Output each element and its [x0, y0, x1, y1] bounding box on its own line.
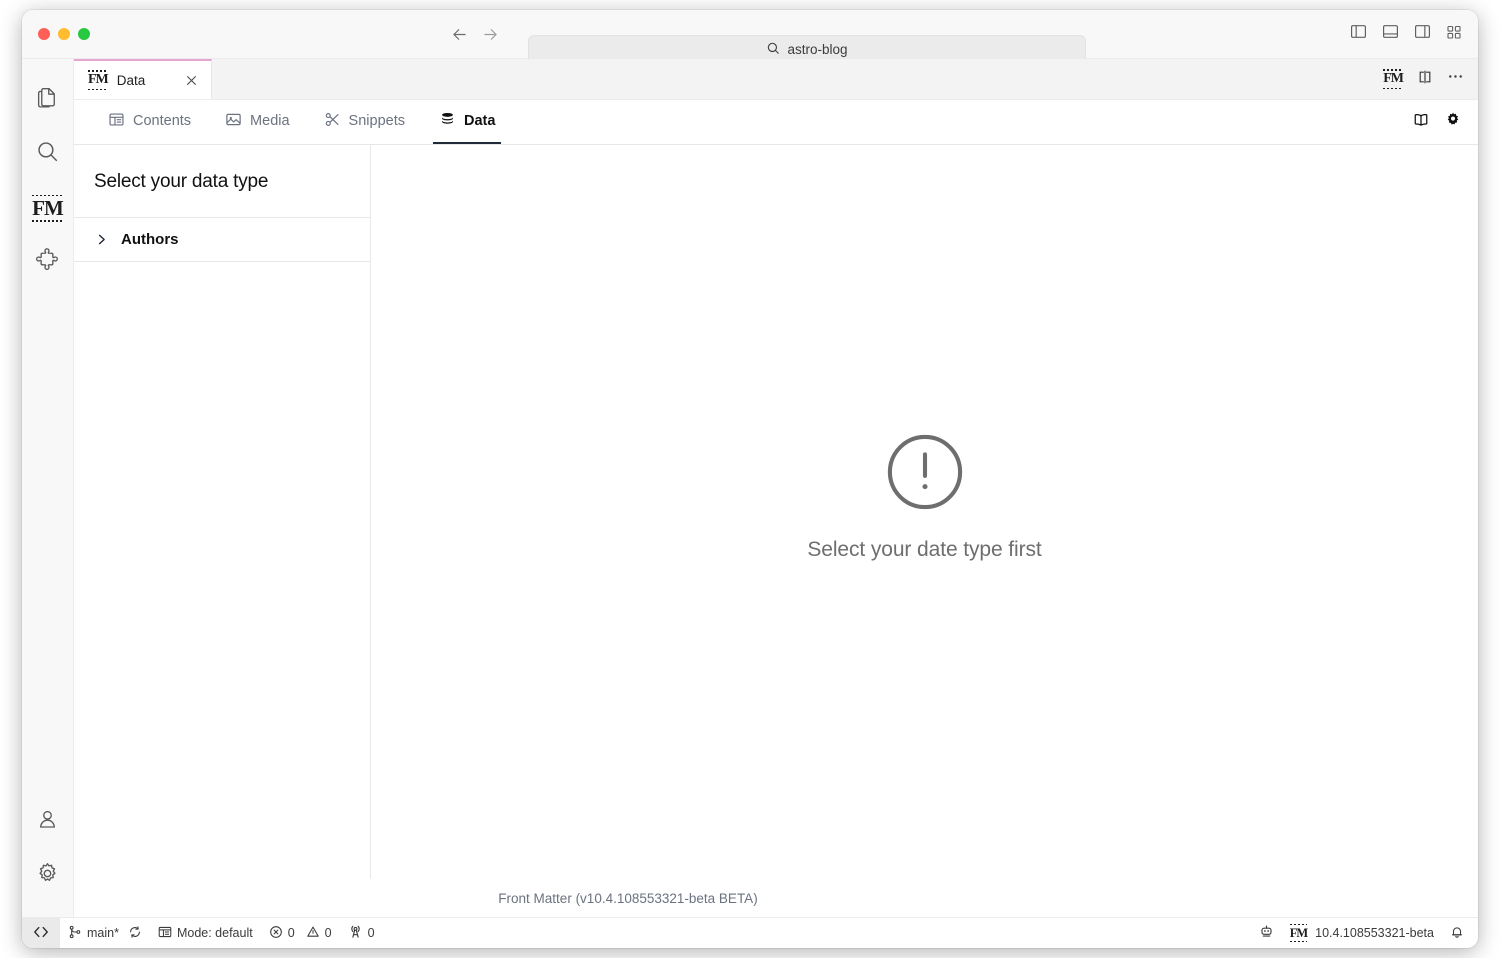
copilot-robot-icon — [1259, 924, 1274, 942]
radio-tower-icon — [348, 924, 363, 942]
image-icon — [225, 111, 242, 132]
sidebar-item-explorer[interactable] — [22, 73, 74, 127]
extensions-puzzle-icon — [35, 247, 60, 277]
data-type-item-label: Authors — [121, 231, 179, 248]
ports-count: 0 — [367, 926, 375, 940]
status-bar-right: FM 10.4.108553321-beta — [1251, 918, 1478, 948]
minimize-window-button[interactable] — [58, 28, 70, 40]
split-editor-icon[interactable] — [1417, 69, 1433, 90]
tab-contents[interactable]: Contents — [102, 100, 197, 144]
app-window: astro-blog FM FM Data FM Contents Media … — [22, 10, 1478, 948]
search-value: astro-blog — [787, 42, 848, 57]
mode-window-icon — [158, 925, 172, 942]
book-icon[interactable] — [1412, 111, 1430, 134]
search-icon — [35, 139, 60, 169]
ellipsis-icon[interactable] — [1447, 68, 1464, 90]
front-matter-webview: Contents Media Snippets Data Select your… — [74, 100, 1478, 917]
tab-media[interactable]: Media — [219, 100, 296, 144]
status-ports[interactable]: 0 — [340, 918, 383, 948]
title-bar: astro-blog — [22, 10, 1478, 64]
status-bar: main* Mode: default 0 0 0 FM 10.4.108553… — [22, 917, 1478, 948]
status-mode[interactable]: Mode: default — [150, 918, 261, 948]
warning-count: 0 — [324, 926, 332, 940]
tab-strip: FM Data FM — [74, 59, 1478, 100]
empty-state-message: Select your date type first — [807, 537, 1042, 561]
data-type-heading: Select your data type — [74, 145, 370, 218]
arrow-right-icon[interactable] — [481, 25, 500, 44]
mode-label: Mode: default — [176, 926, 253, 940]
sidebar-item-extensions[interactable] — [22, 235, 74, 289]
front-matter-nav-actions — [1412, 100, 1462, 144]
status-problems[interactable]: 0 0 — [261, 918, 340, 948]
tab-label: Contents — [133, 113, 192, 129]
sidebar-item-settings[interactable] — [22, 849, 74, 917]
sidebar-item-accounts[interactable] — [22, 795, 74, 849]
layout-controls — [1350, 10, 1462, 58]
bell-icon — [1450, 925, 1464, 942]
tab-label: Data — [463, 113, 496, 129]
editor-area: FM Data FM Contents Media Snippets Data … — [74, 59, 1478, 917]
sidebar-item-front-matter[interactable]: FM — [22, 181, 74, 235]
fm-version-label: 10.4.108553321-beta — [1315, 926, 1434, 940]
layout-panel-bottom-icon[interactable] — [1382, 23, 1399, 45]
front-matter-main: Select your data type Authors Select you… — [74, 145, 1478, 879]
tab-label: Snippets — [348, 113, 405, 129]
arrow-left-icon[interactable] — [450, 25, 469, 44]
tab-label: Data — [116, 72, 146, 88]
front-matter-footer: Front Matter (v10.4.108553321-beta BETA) — [74, 879, 1478, 917]
navigation-arrows — [450, 10, 500, 58]
database-icon — [439, 111, 456, 132]
close-window-button[interactable] — [38, 28, 50, 40]
sidebar-item-search[interactable] — [22, 127, 74, 181]
screen-root: astro-blog FM FM Data FM Contents Media … — [0, 0, 1500, 958]
gear-icon — [35, 861, 60, 891]
version-label: Front Matter (v10.4.108553321-beta BETA) — [498, 890, 758, 906]
window-body: FM FM Data FM Contents Media Snippets Da… — [22, 59, 1478, 917]
fm-logo-icon: FM — [88, 70, 109, 90]
close-icon[interactable] — [181, 70, 201, 90]
chevron-right-icon — [94, 232, 109, 247]
tab-label: Media — [250, 113, 290, 129]
remote-window-indicator[interactable] — [22, 918, 60, 948]
maximize-window-button[interactable] — [78, 28, 90, 40]
layout-grid-icon[interactable] — [1446, 24, 1462, 45]
warning-triangle-icon — [306, 925, 320, 942]
data-empty-state: Select your date type first — [371, 145, 1478, 879]
data-type-panel: Select your data type Authors — [74, 145, 371, 879]
remote-window-icon — [33, 925, 49, 942]
fm-logo-icon[interactable]: FM — [1383, 69, 1404, 89]
scissors-icon — [324, 111, 341, 132]
sync-icon[interactable] — [128, 925, 142, 942]
source-control-branch-icon — [68, 925, 82, 942]
window-controls — [22, 28, 90, 40]
layout-sidebar-right-icon[interactable] — [1414, 23, 1431, 45]
fm-logo-icon: FM — [1289, 923, 1308, 942]
status-branch[interactable]: main* — [60, 918, 150, 948]
tab-snippets[interactable]: Snippets — [318, 100, 411, 144]
contents-layout-icon — [108, 111, 125, 132]
tab-data[interactable]: FM Data — [74, 59, 212, 99]
branch-label: main* — [87, 926, 119, 940]
status-notifications[interactable] — [1442, 918, 1478, 948]
files-icon — [35, 85, 60, 115]
data-type-item-authors[interactable]: Authors — [74, 218, 370, 262]
editor-actions: FM — [1383, 59, 1464, 99]
search-icon — [766, 41, 780, 58]
fm-logo-icon: FM — [32, 194, 64, 222]
front-matter-nav: Contents Media Snippets Data — [74, 100, 1478, 145]
exclamation-circle-icon — [886, 433, 964, 516]
error-circle-icon — [269, 925, 283, 942]
tab-data[interactable]: Data — [432, 100, 502, 144]
gear-icon[interactable] — [1444, 111, 1462, 134]
status-copilot[interactable] — [1251, 918, 1282, 948]
error-count: 0 — [287, 926, 295, 940]
account-person-icon — [35, 807, 60, 837]
status-front-matter-version[interactable]: FM 10.4.108553321-beta — [1282, 918, 1442, 948]
layout-sidebar-left-icon[interactable] — [1350, 23, 1367, 45]
activity-bar: FM — [22, 59, 74, 917]
